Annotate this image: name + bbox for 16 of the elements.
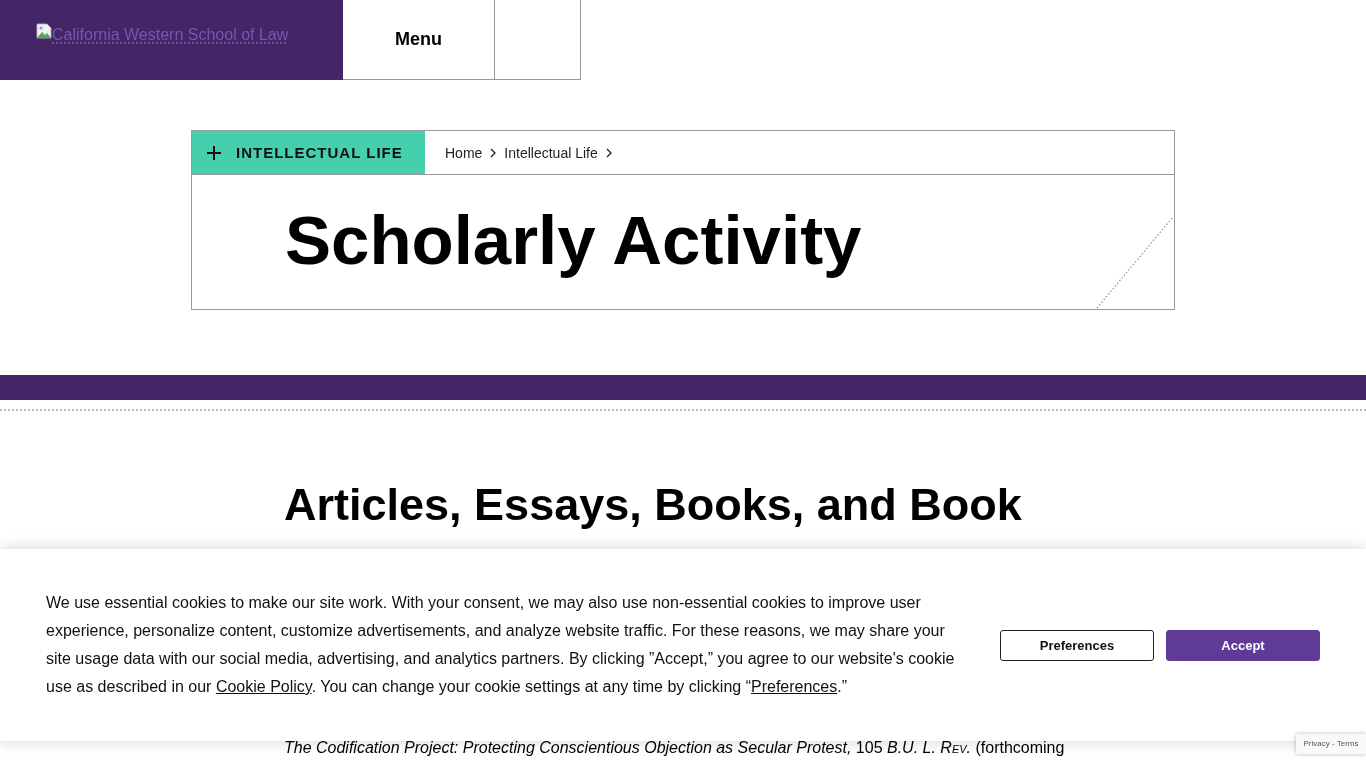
breadcrumb-link[interactable]: Home — [445, 144, 483, 161]
cookie-policy-link[interactable]: Cookie Policy — [215, 678, 312, 695]
section-heading: Articles, Essays, Books, and Book — [284, 481, 1023, 529]
chevron-icon — [605, 147, 612, 158]
citation-text: The Codification Project: Protecting Conscientious Objection as Secular Protest, 105 B.U. L. Rev. (forthcoming — [284, 738, 1066, 758]
preferences-button[interactable]: Preferences — [1000, 629, 1154, 661]
section-menu-button[interactable]: INTELLECTUAL LIFE — [192, 131, 425, 174]
recaptcha-links[interactable]: Privacy - Terms — [1296, 734, 1366, 754]
menu-button[interactable]: Menu — [343, 0, 495, 80]
accept-button[interactable]: Accept — [1166, 629, 1320, 661]
broken-image-icon — [36, 23, 52, 39]
chevron-icon — [490, 147, 497, 158]
cookie-notice-text: We use essential cookies to make our site work. With your consent, we may also use non-essential cookies to improve user experience, personalize content, customize advertisements, and analyze website traffic. For these reasons, we may share your site usage data with our social media, advertising, and analytics partners. By clicking ”Accept,” you agree to our website's cookie use as described in our Cookie Policy. You can change your cookie settings at any time by clicking “Preferences.” — [46, 593, 956, 697]
breadcrumb-link[interactable]: Intellectual Life — [504, 144, 598, 161]
header-button[interactable] — [495, 0, 581, 80]
preferences-link[interactable]: Preferences — [751, 678, 838, 695]
